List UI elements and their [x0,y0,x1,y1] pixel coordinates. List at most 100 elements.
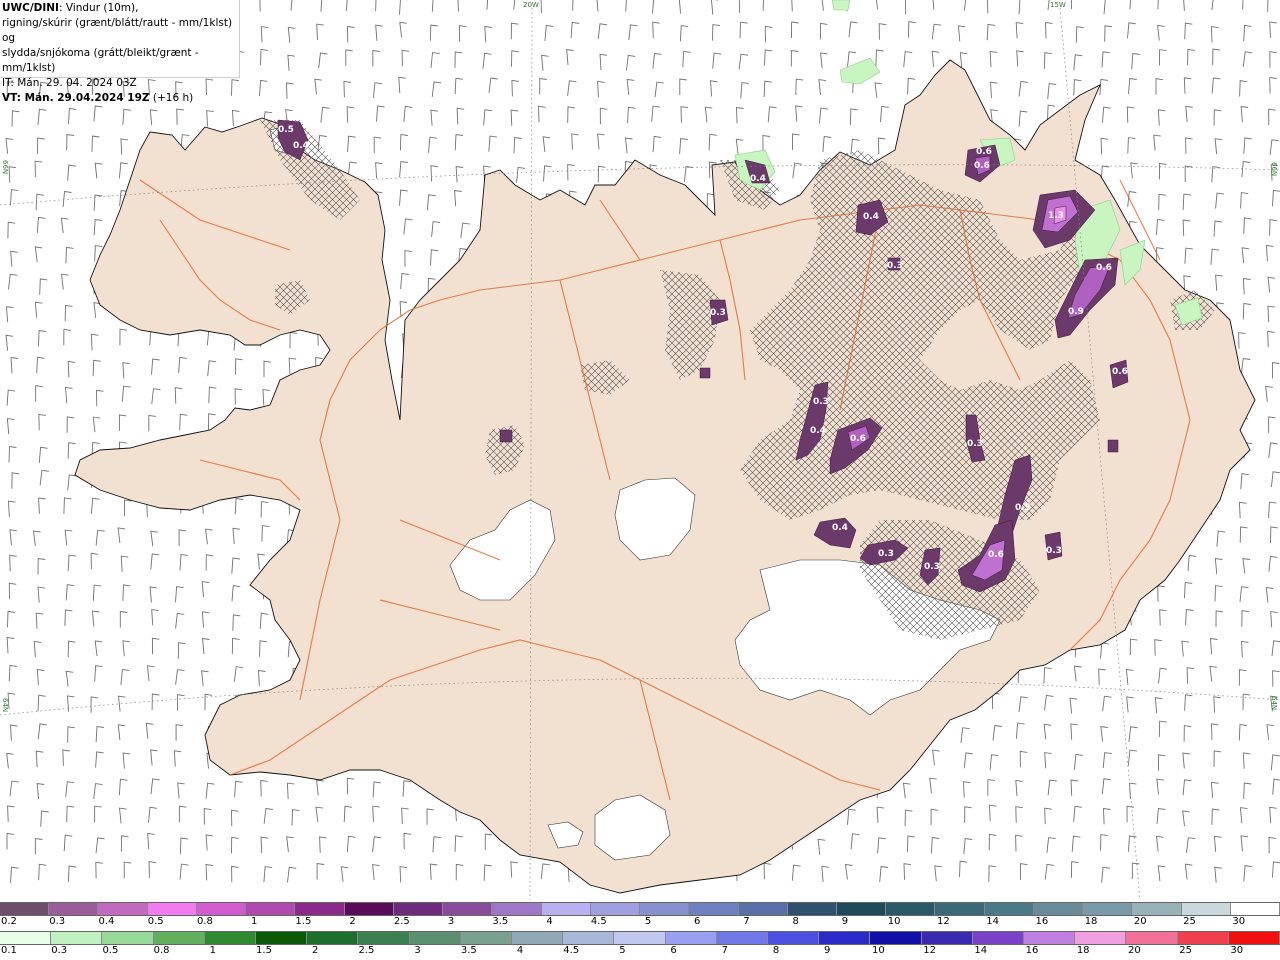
scale-label: 12 [923,945,936,956]
precip-value: 0.3 [710,308,726,318]
precip-value: 0.3 [967,439,983,449]
scale-swatch [492,903,542,915]
scale-label: 2 [312,945,319,956]
scale-label: 0.5 [147,916,164,927]
scale-swatch [886,903,936,915]
precip-value: 0.3 [813,397,829,407]
scale-label: 0.8 [153,945,170,956]
latitude-label-66n-left: 66N [1,160,9,175]
scale-label: 1 [250,916,258,927]
scale-label: 16 [1025,945,1039,956]
scale-label: 9 [841,916,849,927]
precip-value: 0.6 [1112,367,1128,377]
scale-label: 20 [1128,945,1141,956]
info-line-2: rigning/skúrir (grænt/blátt/rautt - mm/1… [2,17,233,44]
scale-swatch [0,932,52,944]
scale-label: 1.5 [295,916,312,927]
scale-label: 0.3 [49,916,66,927]
valid-time: VT: Mán. 29.04.2024 19Z [2,92,150,104]
scale-swatch [665,932,717,944]
scale-swatch [147,903,197,915]
scale-swatch [307,932,359,944]
precip-value: 0.6 [976,147,992,157]
scale-label: 5 [619,945,626,956]
scale-swatch [836,903,887,915]
model-name: UWC/DINI [2,2,59,14]
scale-swatch [98,903,148,915]
precip-value: 0.3 [878,549,894,559]
scale-label: 8 [792,916,799,927]
snow-scale-labels: 0.2 0.3 0.4 0.5 0.8 1 1.5 2 2.5 3 3.5 4 4.5 5 6 7 8 9 10 12… [0,916,1280,930]
scale-swatch [246,903,296,915]
info-line-3: slydda/snjókoma (grátt/bleikt/grænt - mm… [2,47,199,74]
rain-scale-labels: 0.1 0.3 0.5 0.8 1 1.5 2 2.5 3 3.5 4 4.5 5 6 7 8 9 10 12 14 1… [0,945,1280,959]
scale-swatch [196,903,247,915]
precip-value: 0.5 [1015,503,1031,513]
scale-label: 12 [937,916,950,927]
scale-label: 20 [1133,916,1147,927]
scale-swatch [935,903,985,915]
scale-swatch [1228,932,1280,944]
longitude-label-20w: 20W [523,1,539,9]
scale-swatch [614,932,666,944]
scale-swatch [541,903,591,915]
precip-value: 0.4 [810,426,826,436]
scale-label: 10 [887,916,901,927]
precip-value: 0.3 [887,261,903,271]
scale-swatch [358,932,410,944]
precip-value: 0.3 [924,562,940,572]
scale-label: 4 [546,916,553,927]
precip-value: 0.6 [1096,263,1112,273]
scale-label: 2 [349,916,356,927]
scale-label: 4 [516,945,524,956]
scale-swatch [1024,932,1076,944]
scale-label: 3.5 [492,916,509,927]
scale-label: 3 [447,916,455,927]
longitude-label-15w: 15W [1050,1,1066,9]
scale-swatch [295,903,345,915]
scale-swatch [1230,903,1280,915]
scale-label: 9 [824,945,831,956]
rain-color-scale: 0.1 0.3 0.5 0.8 1 1.5 2 2.5 3 3.5 4 4.5 5 6 7 8 9 10 12 14 1… [0,931,1280,959]
scale-swatch [1075,932,1127,944]
precip-value: 0.6 [988,550,1004,560]
scale-swatch [689,903,739,915]
scale-swatch [921,932,973,944]
scale-swatch [1132,903,1182,915]
scale-label: 0.1 [1,945,17,956]
scale-label: 2.5 [393,916,410,927]
info-line-1: UWC/DINI: Vindur (10m), [2,1,237,16]
scale-swatch [1177,932,1229,944]
scale-label: 0.5 [102,945,119,956]
scale-swatch [49,903,99,915]
scale-swatch [409,932,461,944]
precip-value: 0.4 [832,523,848,533]
scale-label: 18 [1076,945,1090,956]
scale-swatch [640,903,690,915]
snow-scale-bar [0,902,1280,916]
precip-value: 0.4 [750,174,766,184]
scale-label: 30 [1230,945,1244,956]
scale-swatch [716,932,769,944]
rain-scale-bar [0,931,1280,945]
scale-label: 16 [1035,916,1049,927]
scale-label: 5 [644,916,652,927]
scale-swatch [204,932,257,944]
precip-value: 0.9 [1068,307,1084,317]
info-line-5: VT: Mán. 29.04.2024 19Z (+16 h) [2,91,237,106]
scale-swatch [1126,932,1178,944]
scale-label: 4.5 [563,945,580,956]
scale-label: 30 [1232,916,1246,927]
scale-label: 7 [721,945,728,956]
scale-swatch [443,903,493,915]
precip-value: 0.6 [974,161,990,171]
scale-swatch [984,903,1034,915]
scale-swatch [102,932,154,944]
scale-swatch [0,903,50,915]
init-time: IT: Mán. 29. 04. 2024 03Z [2,77,137,89]
scale-label: 0.3 [51,945,68,956]
scale-swatch [563,932,615,944]
scale-label: 1.5 [256,945,272,956]
latitude-label-64n-left: 64N [1,698,9,713]
map-info-box: UWC/DINI: Vindur (10m), rigning/skúrir (… [0,0,240,104]
